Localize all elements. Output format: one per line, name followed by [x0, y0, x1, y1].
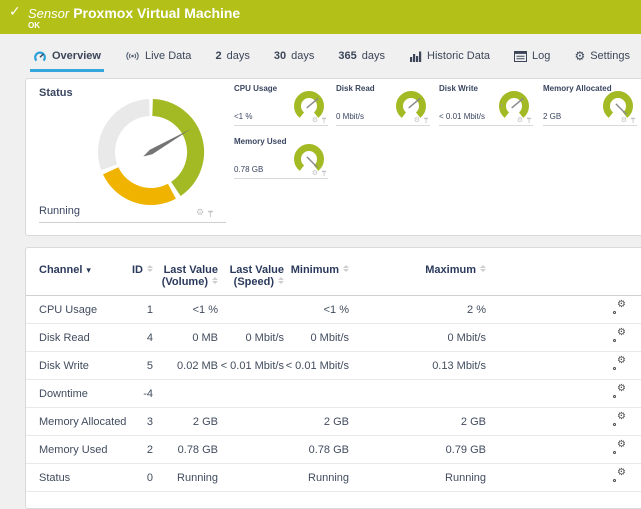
- tab-label: Historic Data: [427, 50, 490, 62]
- tab-settings[interactable]: ⚙ Settings: [571, 43, 633, 71]
- gauge-settings-gear-icon[interactable]: ⚙: [414, 117, 420, 124]
- tab-overview[interactable]: Overview: [30, 43, 104, 72]
- status-gauge-value: Running: [39, 205, 80, 217]
- tab-label: Settings: [590, 50, 630, 62]
- gauge-settings-gear-icon[interactable]: ⚙: [312, 117, 318, 124]
- sort-icon: [343, 265, 349, 272]
- tile-value: <1 %: [234, 112, 252, 121]
- pin-icon[interactable]: [526, 117, 532, 124]
- tab-2-days[interactable]: 2 days: [212, 43, 252, 71]
- sensor-header: ✓ Sensor Proxmox Virtual Machine OK: [0, 0, 641, 34]
- sort-icon: [480, 265, 486, 272]
- tile-value: 0 Mbit/s: [336, 112, 364, 121]
- tile-value: < 0.01 Mbit/s: [439, 112, 485, 121]
- channel-settings-icon[interactable]: ⚙: [613, 330, 626, 342]
- channel-settings-icon[interactable]: ⚙: [613, 386, 626, 398]
- gauge-needle: [143, 129, 191, 157]
- pin-icon[interactable]: [207, 210, 214, 218]
- pin-icon[interactable]: [321, 117, 327, 124]
- sort-desc-icon: ▾: [86, 266, 91, 276]
- tab-label: Live Data: [145, 50, 191, 62]
- overview-gauges-panel: Status Running ⚙ CPU Usage <1 % ⚙ Disk R…: [25, 78, 641, 236]
- sensor-kind-label: Sensor: [28, 6, 69, 21]
- log-list-icon: [514, 51, 527, 62]
- channel-settings-icon[interactable]: ⚙: [613, 358, 626, 370]
- tab-365-days[interactable]: 365 days: [335, 43, 388, 71]
- gauge-settings-gear-icon[interactable]: ⚙: [196, 209, 204, 218]
- sort-icon: [147, 265, 153, 272]
- status-gauge-title: Status: [39, 87, 73, 99]
- gauge-icon: [33, 50, 47, 63]
- sort-icon: [278, 277, 284, 284]
- column-header-id[interactable]: ID: [121, 248, 153, 296]
- column-header-channel[interactable]: Channel▾: [26, 248, 121, 296]
- channel-settings-icon[interactable]: ⚙: [613, 470, 626, 482]
- bar-chart-icon: [409, 50, 422, 62]
- tab-log[interactable]: Log: [511, 43, 553, 71]
- table-row[interactable]: Memory Used 2 0.78 GB 0.78 GB 0.79 GB ⚙: [26, 436, 641, 464]
- tile-value: 2 GB: [543, 112, 561, 121]
- pin-icon[interactable]: [630, 117, 636, 124]
- gauge-settings-gear-icon[interactable]: ⚙: [517, 117, 523, 124]
- gear-icon: ⚙: [574, 50, 585, 62]
- tab-bar: Overview Live Data 2 days 30 days 365 da…: [0, 34, 641, 78]
- gauge-tile-disk-write: Disk Write < 0.01 Mbit/s ⚙: [439, 84, 533, 126]
- table-row[interactable]: CPU Usage 1 <1 % <1 % 2 % ⚙: [26, 296, 641, 324]
- column-header-minimum[interactable]: Minimum: [284, 248, 349, 296]
- sensor-title: Proxmox Virtual Machine: [73, 5, 240, 21]
- column-header-last-value-volume[interactable]: Last Value (Volume): [153, 248, 218, 296]
- table-row[interactable]: Downtime -4 ⚙: [26, 380, 641, 408]
- ok-check-icon: ✓: [9, 5, 21, 19]
- column-header-maximum[interactable]: Maximum: [349, 248, 486, 296]
- tile-value: 0.78 GB: [234, 165, 263, 174]
- sort-icon: [212, 277, 218, 284]
- channel-settings-icon[interactable]: ⚙: [613, 442, 626, 454]
- gauge-tile-memory-allocated: Memory Allocated 2 GB ⚙: [543, 84, 637, 126]
- sensor-status-badge: OK: [28, 21, 40, 30]
- tab-30-days[interactable]: 30 days: [271, 43, 318, 71]
- pin-icon[interactable]: [423, 117, 429, 124]
- gauge-settings-gear-icon[interactable]: ⚙: [621, 117, 627, 124]
- tab-historic-data[interactable]: Historic Data: [406, 43, 493, 71]
- tab-live-data[interactable]: Live Data: [122, 43, 194, 71]
- tab-label: Overview: [52, 50, 101, 62]
- table-row[interactable]: Status 0 Running Running Running ⚙: [26, 464, 641, 492]
- pin-icon[interactable]: [321, 170, 327, 177]
- table-header-row: Channel▾ ID Last Value (Volume) Last Val…: [26, 248, 641, 296]
- table-row[interactable]: Memory Allocated 3 2 GB 2 GB 2 GB ⚙: [26, 408, 641, 436]
- column-header-last-value-speed[interactable]: Last Value (Speed): [218, 248, 284, 296]
- channel-settings-icon[interactable]: ⚙: [613, 302, 626, 314]
- broadcast-icon: [125, 50, 140, 62]
- channel-table-panel: Channel▾ ID Last Value (Volume) Last Val…: [25, 247, 641, 509]
- gauge-settings-gear-icon[interactable]: ⚙: [312, 170, 318, 177]
- gauge-tile-cpu-usage: CPU Usage <1 % ⚙: [234, 84, 328, 126]
- gauge-tile-memory-used: Memory Used 0.78 GB ⚙: [234, 137, 328, 179]
- tab-label: Log: [532, 50, 550, 62]
- divider: [39, 222, 226, 223]
- table-row[interactable]: Disk Write 5 0.02 MB < 0.01 Mbit/s < 0.0…: [26, 352, 641, 380]
- channel-settings-icon[interactable]: ⚙: [613, 414, 626, 426]
- status-donut-gauge: [91, 92, 211, 212]
- channel-table: Channel▾ ID Last Value (Volume) Last Val…: [26, 248, 641, 492]
- table-row[interactable]: Disk Read 4 0 MB 0 Mbit/s 0 Mbit/s 0 Mbi…: [26, 324, 641, 352]
- gauge-tile-disk-read: Disk Read 0 Mbit/s ⚙: [336, 84, 430, 126]
